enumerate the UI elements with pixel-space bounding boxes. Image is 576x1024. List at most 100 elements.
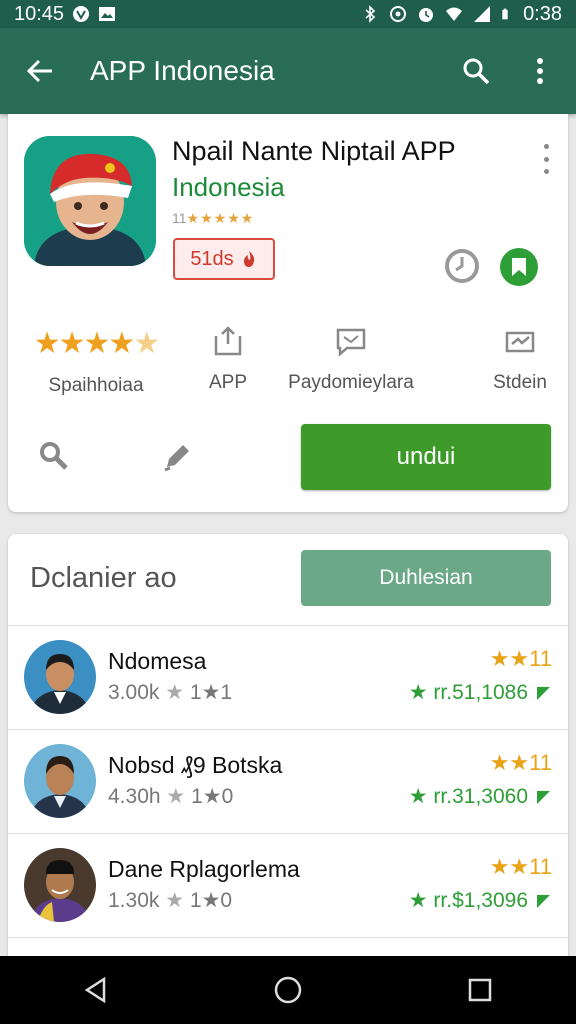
stat-reviews[interactable]: Paydomieylara	[276, 326, 426, 394]
item-meta-tail: 1★0	[189, 889, 233, 912]
meta-star-icon: ★	[165, 889, 185, 912]
item-meta: 4.30h ★ 1★0	[108, 784, 233, 809]
meta-star-icon: ★	[166, 785, 186, 808]
more-dot-icon	[543, 144, 549, 149]
item-meta-value: 3.00k	[108, 681, 160, 704]
item-name: Ndomesa	[108, 648, 207, 674]
item-meta-value: 4.30h	[108, 785, 161, 808]
app-detail-card: Npail Nante Niptail APP Indonesia 11★★★★…	[8, 114, 568, 512]
install-button[interactable]: undui	[301, 424, 551, 490]
stat-label: Paydomieylara	[288, 372, 414, 393]
status-bar: 10:45 0:38	[0, 0, 576, 28]
stat-label: Stdein	[493, 372, 547, 393]
trend-arrow-icon	[537, 790, 550, 804]
avatar	[24, 744, 96, 818]
nav-home-button[interactable]	[266, 968, 310, 1012]
item-meta: 3.00k ★ 1★1	[108, 680, 232, 705]
meta-star-icon: ★	[165, 681, 185, 704]
bookmark-button[interactable]	[500, 248, 538, 286]
item-stars: ★★11	[489, 750, 552, 775]
section-header: Dclanier ao Duhlesian	[8, 534, 568, 626]
badge-label: 51ds	[190, 247, 234, 270]
trend-arrow-icon	[537, 894, 550, 908]
list-item[interactable]: Ndomesa 3.00k ★ 1★1 ★★11 ★ rr.51,1086	[8, 626, 568, 730]
battery-time: 0:38	[523, 2, 562, 25]
search-button[interactable]	[460, 51, 492, 91]
item-price: ★ rr.$1,3096	[409, 888, 552, 913]
item-name: Dane Rplagorlema	[108, 856, 300, 882]
wifi-icon	[446, 7, 463, 21]
nav-back-icon	[84, 976, 106, 1004]
item-meta-tail: 1★0	[191, 785, 234, 808]
trend-arrow-icon	[537, 686, 550, 700]
item-meta-value: 1.30k	[108, 889, 160, 912]
nav-recents-button[interactable]	[458, 968, 502, 1012]
history-button[interactable]	[444, 248, 480, 284]
small-rating-count: 11	[172, 210, 187, 226]
stat-message[interactable]: Stdein	[482, 326, 558, 394]
item-meta-tail: 1★1	[189, 681, 233, 704]
alarm-icon	[419, 8, 434, 22]
bluetooth-icon	[365, 5, 376, 23]
item-price: ★ rr.51,1086	[409, 680, 552, 705]
page-title: APP Indonesia	[90, 55, 275, 86]
share-icon	[214, 326, 242, 356]
bookmark-icon	[512, 258, 526, 276]
nav-back-button[interactable]	[74, 968, 118, 1012]
small-rating-stars: ★★★★★	[186, 210, 255, 226]
stats-row: ★★★★★ Spaihhoiaa APP Paydomieylara Stdei…	[8, 326, 568, 406]
stat-label: APP	[208, 372, 248, 393]
more-dot-icon	[543, 156, 549, 162]
battery-icon	[502, 8, 508, 20]
search-icon	[463, 58, 490, 85]
system-nav-bar	[0, 956, 576, 1024]
chat-icon	[336, 328, 366, 357]
app-icon	[24, 136, 156, 266]
back-button[interactable]	[20, 51, 60, 91]
section-title: Dclanier ao	[30, 562, 177, 594]
nav-home-icon	[274, 976, 302, 1004]
flame-icon	[243, 251, 254, 267]
data-saver-icon	[390, 6, 407, 22]
search-zoom-icon	[40, 442, 68, 470]
item-name: Nobsd ₰9 Botska	[108, 752, 283, 778]
item-price-text: ★ rr.31,3060	[408, 785, 528, 808]
stat-label: Spaihhoiaa	[48, 375, 144, 396]
overflow-menu-button[interactable]	[524, 51, 556, 91]
signal-icon	[474, 6, 491, 22]
item-stars: ★★11	[489, 646, 552, 671]
stat-rating[interactable]: ★★★★★ Spaihhoiaa	[26, 326, 166, 397]
more-dot-icon	[543, 169, 549, 174]
small-rating: 11★★★★★	[172, 210, 254, 227]
avatar	[24, 640, 96, 714]
gallery-icon	[99, 7, 116, 21]
section-action-button[interactable]: Duhlesian	[301, 550, 551, 606]
edit-button[interactable]	[158, 436, 198, 476]
status-badge: 51ds	[173, 238, 275, 280]
list-item[interactable]: Nobsd ₰9 Botska 4.30h ★ 1★0 ★★11 ★ rr.31…	[8, 730, 568, 834]
clock-text: 10:45	[14, 2, 65, 25]
item-stars: ★★11	[489, 854, 552, 879]
v-badge-icon	[73, 6, 90, 22]
mail-icon	[505, 331, 535, 353]
avatar	[24, 848, 96, 922]
stat-app[interactable]: APP	[198, 326, 258, 394]
rating-stars-full: ★★★★	[33, 327, 136, 360]
developer-list-card: Dclanier ao Duhlesian Ndomesa 3.00k ★ 1★…	[8, 534, 568, 956]
zoom-button[interactable]	[34, 436, 74, 476]
more-vert-icon	[537, 58, 543, 84]
app-bar: APP Indonesia	[0, 28, 576, 114]
app-name: Npail Nante Niptail APP	[172, 136, 456, 166]
nav-recents-icon	[468, 978, 492, 1002]
edit-pen-icon	[164, 445, 189, 472]
item-price: ★ rr.31,3060	[409, 784, 552, 809]
item-price-text: ★ rr.$1,3096	[408, 889, 528, 912]
app-subtitle: Indonesia	[172, 172, 285, 202]
list-item[interactable]: Dane Rplagorlema 1.30k ★ 1★0 ★★11 ★ rr.$…	[8, 834, 568, 938]
card-more-button[interactable]	[536, 144, 556, 174]
clock-icon	[445, 249, 479, 283]
item-price-text: ★ rr.51,1086	[408, 681, 528, 704]
item-meta: 1.30k ★ 1★0	[108, 888, 232, 913]
back-arrow-icon	[26, 59, 52, 83]
rating-star-half: ★	[133, 327, 160, 360]
